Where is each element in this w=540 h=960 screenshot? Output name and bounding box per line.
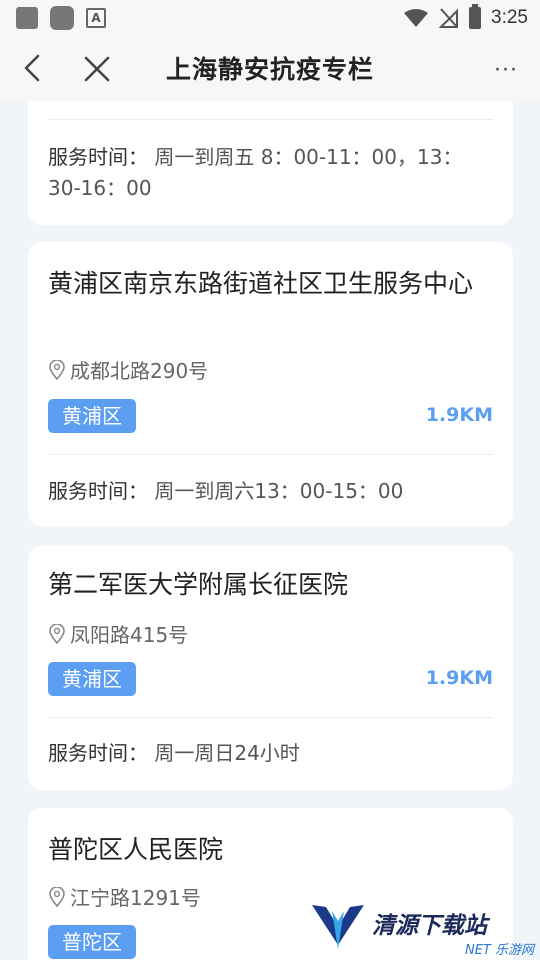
hospital-name: 普陀区人民医院: [48, 835, 224, 864]
hospital-address: 江宁路1291号: [48, 882, 201, 911]
service-hours-label: 服务时间：: [48, 145, 148, 169]
list-item[interactable]: 第二军医大学附属长征医院 凤阳路415号 黄浦区 1.9KM 服务时间： 周一周…: [28, 545, 513, 790]
card-divider: [48, 454, 493, 455]
battery-icon: [469, 4, 482, 29]
no-signal-icon: [439, 8, 459, 28]
distance-label: 1.9KM: [425, 667, 493, 689]
watermark-subtext: NET 乐游网: [464, 943, 534, 958]
distance-label: 1.9KM: [425, 404, 493, 426]
location-pin-icon: [49, 623, 65, 644]
app-notification-icon: [50, 6, 74, 30]
service-hours-label: 服务时间：: [48, 741, 148, 765]
watermark-logo-icon: [312, 905, 364, 949]
nav-bar: 上海静安抗疫专栏 ···: [0, 36, 540, 101]
card-divider: [48, 119, 493, 120]
hospital-address: 成都北路290号: [48, 355, 208, 384]
service-hours-value: 周一到周六13：00-15：00: [154, 479, 404, 503]
service-hours: 服务时间： 周一到周六13：00-15：00: [48, 476, 493, 507]
service-hours-label: 服务时间：: [48, 479, 148, 503]
service-hours: 服务时间： 周一到周五 8：00-11：00，13：30-16：00: [48, 142, 493, 204]
page-title: 上海静安抗疫专栏: [165, 55, 374, 84]
list-item[interactable]: 黄浦区南京东路街道社区卫生服务中心 成都北路290号 黄浦区 1.9KM 服务时…: [28, 242, 513, 527]
wifi-icon: [404, 9, 429, 27]
address-text: 成都北路290号: [70, 359, 209, 383]
address-text: 江宁路1291号: [70, 886, 201, 910]
district-tag: 黄浦区: [48, 399, 136, 433]
address-text: 凤阳路415号: [70, 623, 189, 647]
watermark-text: 清源下载站: [372, 913, 487, 939]
location-pin-icon: [49, 359, 65, 380]
district-tag: 普陀区: [48, 925, 136, 959]
location-pin-icon: [49, 886, 65, 907]
hospital-address: 凤阳路415号: [48, 619, 188, 648]
watermark: 清源下载站 NET 乐游网: [308, 886, 540, 960]
service-hours: 服务时间： 周一周日24小时: [48, 738, 493, 769]
hospital-name: 第二军医大学附属长征医院: [48, 570, 349, 599]
status-bar: A 3:25: [0, 0, 540, 36]
more-menu-button[interactable]: ···: [494, 58, 518, 83]
card-divider: [48, 717, 493, 718]
status-time: 3:25: [491, 7, 528, 28]
service-hours-value: 周一周日24小时: [154, 741, 300, 765]
notification-icon: [16, 7, 38, 29]
list-item[interactable]: 服务时间： 周一到周五 8：00-11：00，13：30-16：00: [28, 101, 513, 225]
hospital-list: 服务时间： 周一到周五 8：00-11：00，13：30-16：00 黄浦区南京…: [0, 101, 540, 960]
hospital-name: 黄浦区南京东路街道社区卫生服务中心: [48, 269, 474, 298]
keyboard-icon: A: [86, 8, 106, 28]
district-tag: 黄浦区: [48, 662, 136, 696]
